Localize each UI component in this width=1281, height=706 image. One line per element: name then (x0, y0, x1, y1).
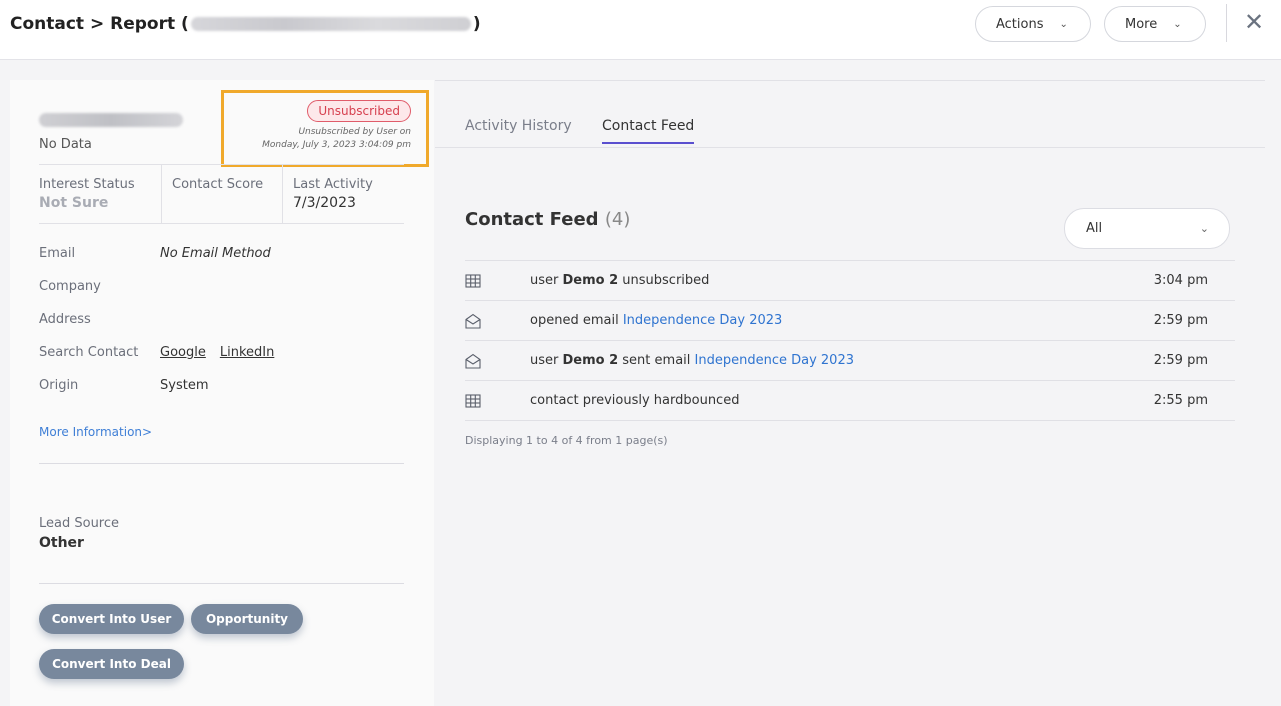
redacted-email (190, 17, 471, 31)
redacted-contact-name (39, 113, 183, 127)
page-title-prefix: Contact > Report ( (10, 14, 189, 34)
more-button[interactable]: More ⌄ (1104, 6, 1206, 42)
linkedin-link[interactable]: LinkedIn (220, 345, 274, 360)
lead-source-value: Other (39, 535, 84, 551)
divider (39, 583, 404, 584)
last-activity-label: Last Activity (293, 177, 373, 192)
search-contact-label: Search Contact (39, 345, 139, 360)
convert-into-deal-button[interactable]: Convert Into Deal (39, 649, 184, 679)
last-activity: Last Activity 7/3/2023 (282, 165, 404, 223)
contact-stats: Interest Status Not Sure Contact Score L… (39, 164, 404, 224)
chevron-down-icon: ⌄ (1173, 18, 1182, 30)
company-row: Company (39, 279, 160, 294)
tab-bar: Activity History Contact Feed (435, 81, 1265, 148)
interest-status-value: Not Sure (39, 195, 109, 211)
email-label: Email (39, 246, 76, 261)
google-link[interactable]: Google (160, 345, 206, 360)
header-divider (1226, 4, 1227, 42)
contact-details-panel: No Data Unsubscribed Unsubscribed by Use… (10, 80, 434, 706)
pagination-summary: Displaying 1 to 4 of 4 from 1 page(s) (465, 434, 668, 447)
feed-row: user Demo 2 sent email Independence Day … (465, 341, 1235, 381)
table-icon (465, 393, 481, 409)
origin-row: Origin System (39, 378, 208, 393)
page-title-suffix: ) (472, 14, 481, 34)
feed-row-text: opened email Independence Day 2023 (530, 313, 783, 328)
feed-row-time: 3:04 pm (1153, 273, 1208, 288)
email-link[interactable]: Independence Day 2023 (623, 313, 782, 328)
feed-row-time: 2:59 pm (1153, 313, 1208, 328)
feed-title-text: Contact Feed (465, 209, 599, 230)
table-icon (465, 273, 481, 289)
address-label: Address (39, 312, 91, 327)
envelope-open-icon (465, 353, 481, 369)
search-contact-row: Search Contact Google LinkedIn (39, 345, 288, 360)
unsubscribed-note-line1: Unsubscribed by User on (298, 127, 411, 137)
chevron-down-icon: ⌄ (1199, 222, 1209, 235)
feed-row-text: user Demo 2 sent email Independence Day … (530, 353, 854, 368)
opportunity-button[interactable]: Opportunity (191, 604, 303, 634)
contact-score: Contact Score (161, 165, 282, 223)
more-button-label: More (1125, 16, 1158, 32)
interest-status-label: Interest Status (39, 177, 135, 192)
feed-row-time: 2:59 pm (1153, 353, 1208, 368)
feed-row-text: user Demo 2 unsubscribed (530, 273, 710, 288)
email-row: Email No Email Method (39, 246, 271, 261)
contact-subtitle: No Data (39, 137, 92, 152)
unsubscribed-note-line2: Monday, July 3, 2023 3:04:09 pm (262, 140, 411, 150)
last-activity-value: 7/3/2023 (293, 195, 356, 211)
origin-value: System (160, 378, 209, 393)
email-value: No Email Method (160, 246, 271, 261)
convert-into-user-button[interactable]: Convert Into User (39, 604, 184, 634)
feed-list: user Demo 2 unsubscribed 3:04 pm opened … (465, 260, 1235, 421)
page-title: Contact > Report () (10, 14, 481, 34)
top-header: Contact > Report () Actions ⌄ More ⌄ ✕ (0, 0, 1281, 60)
contact-score-label: Contact Score (172, 177, 264, 192)
actions-button[interactable]: Actions ⌄ (975, 6, 1091, 42)
address-row: Address (39, 312, 160, 327)
feed-row: opened email Independence Day 2023 2:59 … (465, 301, 1235, 341)
feed-row: contact previously hardbounced 2:55 pm (465, 381, 1235, 421)
interest-status: Interest Status Not Sure (39, 165, 161, 223)
tab-contact-feed[interactable]: Contact Feed (602, 118, 695, 144)
feed-filter-value: All (1086, 221, 1103, 236)
company-label: Company (39, 279, 101, 294)
unsubscribed-note: Unsubscribed by User on Monday, July 3, … (211, 126, 411, 152)
actions-button-label: Actions (996, 16, 1044, 32)
more-information-link[interactable]: More Information> (39, 425, 152, 439)
contact-feed-panel: Activity History Contact Feed Contact Fe… (435, 80, 1265, 706)
envelope-open-icon (465, 313, 481, 329)
close-icon[interactable]: ✕ (1244, 8, 1264, 36)
divider (39, 463, 404, 464)
origin-label: Origin (39, 378, 79, 393)
feed-row-text: contact previously hardbounced (530, 393, 740, 408)
feed-count: (4) (604, 209, 631, 230)
unsubscribed-badge: Unsubscribed (307, 100, 411, 122)
lead-source-label: Lead Source (39, 516, 120, 531)
chevron-down-icon: ⌄ (1059, 18, 1068, 30)
email-link[interactable]: Independence Day 2023 (695, 353, 854, 368)
tab-activity-history[interactable]: Activity History (465, 118, 572, 142)
feed-filter-select[interactable]: All ⌄ (1064, 208, 1230, 249)
feed-title: Contact Feed (4) (465, 209, 630, 230)
feed-row-time: 2:55 pm (1153, 393, 1208, 408)
feed-row: user Demo 2 unsubscribed 3:04 pm (465, 261, 1235, 301)
